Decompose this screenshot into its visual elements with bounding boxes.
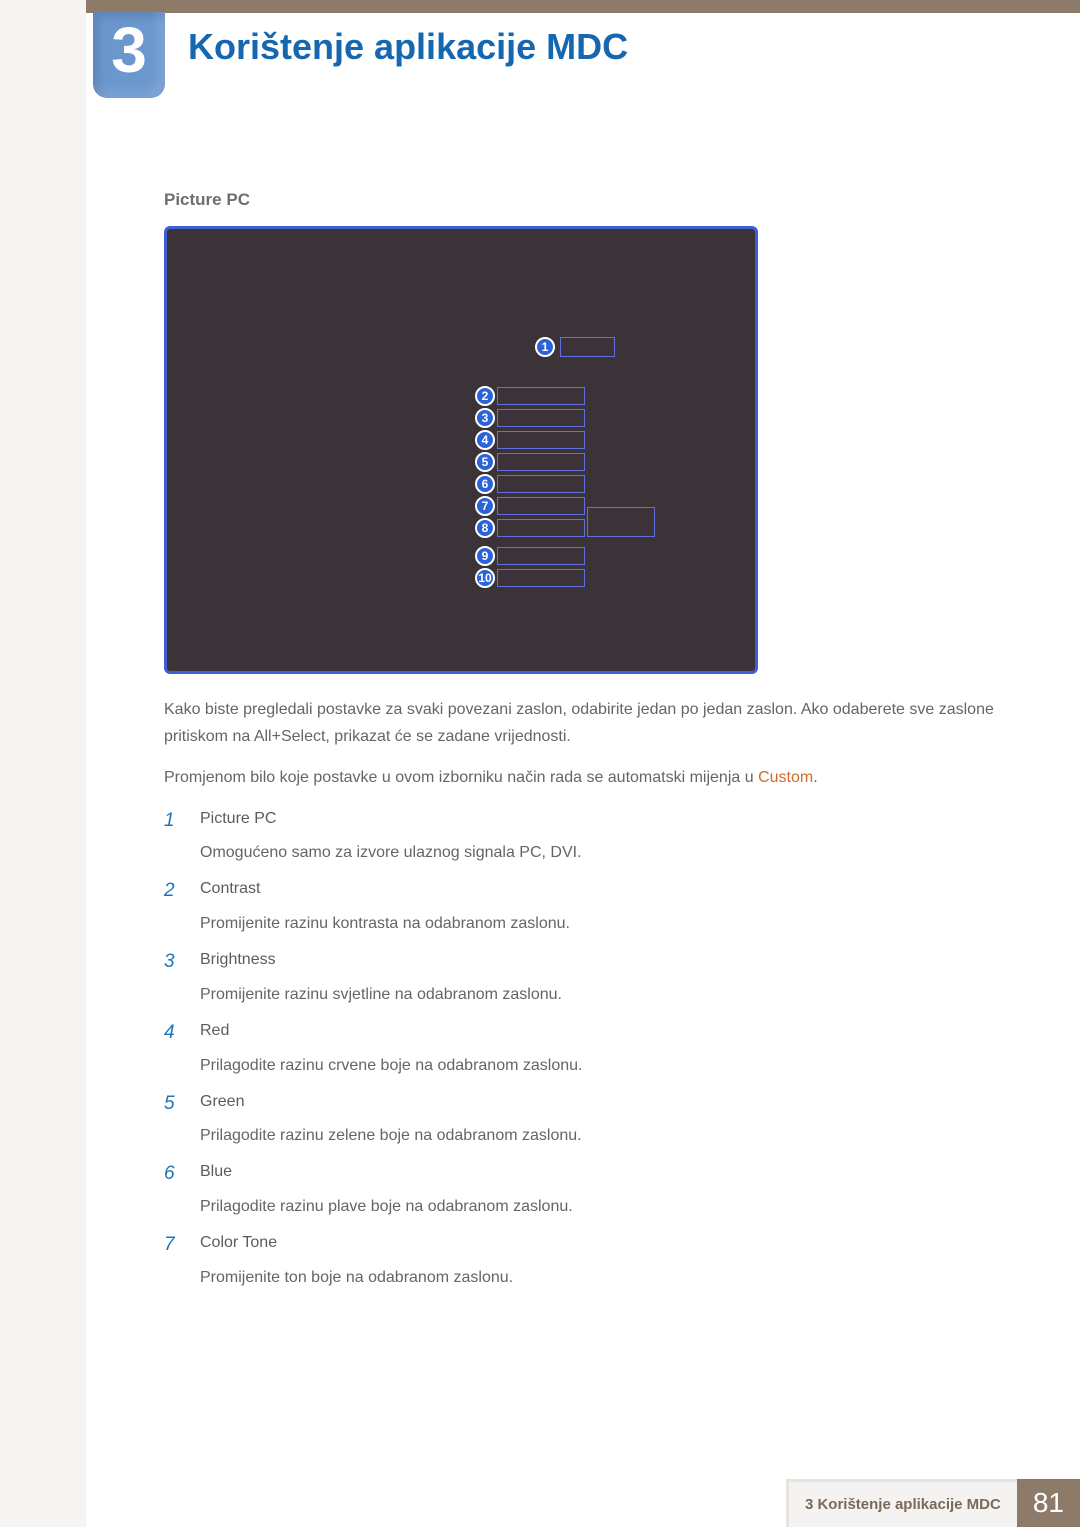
- diagram-callout-2: 2: [475, 386, 495, 406]
- item-body: Contrast Promijenite razinu kontrasta na…: [200, 876, 570, 937]
- footer-page-number: 81: [1017, 1479, 1080, 1527]
- diagram-callout-8: 8: [475, 518, 495, 538]
- item-title: Contrast: [200, 876, 570, 902]
- list-item: 2 Contrast Promijenite razinu kontrasta …: [164, 876, 1010, 937]
- item-desc: Prilagodite razinu plave boje na odabran…: [200, 1193, 573, 1220]
- footer-title: 3 Korištenje aplikacije MDC: [786, 1479, 1017, 1527]
- diagram-box-1: [560, 337, 615, 357]
- diagram-box-2: [497, 387, 585, 405]
- diagram-box-10: [497, 569, 585, 587]
- item-title: Color Tone: [200, 1230, 513, 1256]
- diagram-box-8b: [587, 507, 655, 537]
- item-number: 6: [164, 1159, 184, 1220]
- diagram-box-6: [497, 475, 585, 493]
- item-desc: Promijenite razinu svjetline na odabrano…: [200, 981, 562, 1008]
- paragraph-2-post: .: [813, 769, 817, 786]
- list-item: 5 Green Prilagodite razinu zelene boje n…: [164, 1089, 1010, 1150]
- custom-word: Custom: [758, 769, 813, 786]
- diagram-callout-9: 9: [475, 546, 495, 566]
- diagram-picture-pc: 1 2 3 4 5 6 7 8 9 10: [164, 226, 758, 674]
- footer: 3 Korištenje aplikacije MDC 81: [86, 1479, 1080, 1527]
- item-desc: Prilagodite razinu crvene boje na odabra…: [200, 1052, 582, 1079]
- item-body: Blue Prilagodite razinu plave boje na od…: [200, 1159, 573, 1220]
- diagram-callout-5: 5: [475, 452, 495, 472]
- paragraph-2: Promjenom bilo koje postavke u ovom izbo…: [164, 764, 1010, 791]
- left-margin-stripe: [0, 0, 86, 1527]
- item-desc: Omogućeno samo za izvore ulaznog signala…: [200, 839, 582, 866]
- item-number: 4: [164, 1018, 184, 1079]
- diagram-callout-7: 7: [475, 496, 495, 516]
- diagram-box-7: [497, 497, 585, 515]
- list-item: 7 Color Tone Promijenite ton boje na oda…: [164, 1230, 1010, 1291]
- diagram-box-4: [497, 431, 585, 449]
- item-title: Blue: [200, 1159, 573, 1185]
- item-desc: Promijenite razinu kontrasta na odabrano…: [200, 910, 570, 937]
- item-number: 2: [164, 876, 184, 937]
- chapter-title: Korištenje aplikacije MDC: [188, 26, 628, 68]
- item-body: Red Prilagodite razinu crvene boje na od…: [200, 1018, 582, 1079]
- item-body: Brightness Promijenite razinu svjetline …: [200, 947, 562, 1008]
- item-body: Green Prilagodite razinu zelene boje na …: [200, 1089, 582, 1150]
- item-body: Color Tone Promijenite ton boje na odabr…: [200, 1230, 513, 1291]
- chapter-number-tab: 3: [93, 12, 165, 98]
- item-body: Picture PC Omogućeno samo za izvore ulaz…: [200, 806, 582, 867]
- diagram-box-5: [497, 453, 585, 471]
- diagram-callout-6: 6: [475, 474, 495, 494]
- item-title: Picture PC: [200, 806, 582, 832]
- page: 3 Korištenje aplikacije MDC Picture PC 1…: [0, 0, 1080, 1527]
- diagram-callout-10: 10: [475, 568, 495, 588]
- diagram-callout-3: 3: [475, 408, 495, 428]
- item-number: 1: [164, 806, 184, 867]
- footer-inner: 3 Korištenje aplikacije MDC 81: [786, 1479, 1080, 1527]
- content-area: Picture PC 1 2 3 4 5 6 7 8 9 10: [164, 190, 1010, 1301]
- list-item: 4 Red Prilagodite razinu crvene boje na …: [164, 1018, 1010, 1079]
- item-number: 3: [164, 947, 184, 1008]
- list-item: 3 Brightness Promijenite razinu svjetlin…: [164, 947, 1010, 1008]
- numbered-list: 1 Picture PC Omogućeno samo za izvore ul…: [164, 806, 1010, 1291]
- item-number: 7: [164, 1230, 184, 1291]
- item-number: 5: [164, 1089, 184, 1150]
- item-title: Red: [200, 1018, 582, 1044]
- diagram-callout-4: 4: [475, 430, 495, 450]
- top-bar: [86, 0, 1080, 13]
- item-desc: Prilagodite razinu zelene boje na odabra…: [200, 1122, 582, 1149]
- item-title: Brightness: [200, 947, 562, 973]
- item-title: Green: [200, 1089, 582, 1115]
- diagram-box-3: [497, 409, 585, 427]
- diagram-callout-1: 1: [535, 337, 555, 357]
- diagram-box-9: [497, 547, 585, 565]
- list-item: 6 Blue Prilagodite razinu plave boje na …: [164, 1159, 1010, 1220]
- diagram-box-8a: [497, 519, 585, 537]
- section-label: Picture PC: [164, 190, 1010, 210]
- paragraph-1: Kako biste pregledali postavke za svaki …: [164, 696, 1010, 750]
- paragraph-2-pre: Promjenom bilo koje postavke u ovom izbo…: [164, 769, 758, 786]
- list-item: 1 Picture PC Omogućeno samo za izvore ul…: [164, 806, 1010, 867]
- item-desc: Promijenite ton boje na odabranom zaslon…: [200, 1264, 513, 1291]
